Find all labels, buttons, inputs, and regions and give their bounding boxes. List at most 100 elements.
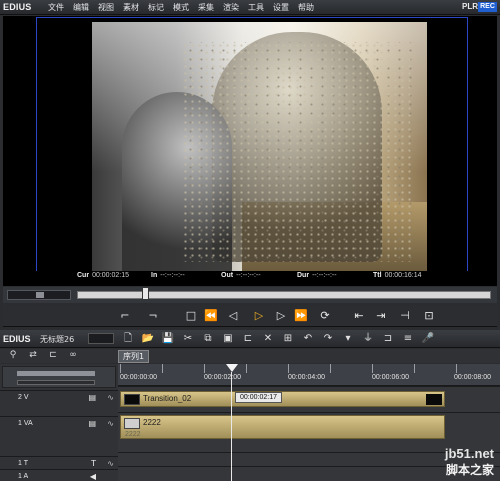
lane-1t[interactable] bbox=[118, 452, 500, 466]
video-track-icon: ▤ bbox=[88, 419, 96, 428]
menu-view[interactable]: 视图 bbox=[98, 2, 114, 13]
new-icon[interactable]: 🗋 bbox=[120, 332, 136, 346]
stop-icon[interactable]: □ bbox=[183, 309, 199, 323]
menu-edit[interactable]: 编辑 bbox=[73, 2, 89, 13]
ruler-label: 00:00:06:00 bbox=[372, 374, 409, 381]
mixer-icon[interactable]: ≡ bbox=[400, 332, 416, 346]
dur-timecode: Dur --:--:--:-- bbox=[297, 272, 337, 279]
watermark: jb51.net 脚本之家 bbox=[444, 446, 494, 477]
marker-icon[interactable]: ▾ bbox=[340, 332, 356, 346]
rec-mode-button[interactable]: REC bbox=[478, 2, 497, 12]
tab-sequence-1[interactable]: 序列1 bbox=[118, 350, 150, 363]
menu-tools[interactable]: 工具 bbox=[248, 2, 264, 13]
sync-icon[interactable]: ⚲ bbox=[3, 350, 23, 360]
insert-icon[interactable]: ⇤ bbox=[351, 309, 367, 323]
menu-clip[interactable]: 素材 bbox=[123, 2, 139, 13]
project-name: 无标题26 bbox=[40, 335, 75, 344]
menu-render[interactable]: 渲染 bbox=[223, 2, 239, 13]
open-icon[interactable]: 📂 bbox=[140, 332, 156, 346]
video-track-icon: ▤ bbox=[88, 393, 96, 402]
preview-monitor bbox=[3, 16, 497, 286]
timecode-row: Cur 00:00:02:15 In --:--:--:-- Out --:--:--… bbox=[3, 271, 497, 283]
delete-icon[interactable]: ✕ bbox=[260, 332, 276, 346]
render-icon[interactable]: ⏚ bbox=[360, 332, 376, 346]
menu-settings[interactable]: 设置 bbox=[273, 2, 289, 13]
track-header-1t[interactable]: 1 T T ∿ bbox=[0, 456, 118, 469]
timecode-tooltip: 00:00:02:17 bbox=[235, 392, 282, 403]
ruler-label: 00:00:04:00 bbox=[288, 374, 325, 381]
playhead-line bbox=[231, 372, 232, 481]
set-in-icon[interactable]: ⌐ bbox=[117, 309, 133, 323]
lane-1va[interactable]: 2222 2222 bbox=[118, 412, 500, 452]
ruler-label: 00:00:02:00 bbox=[204, 374, 241, 381]
timeline-toolbar: EDIUS 无标题26 🗋 📂 💾 ✂ ⧉ ▣ ⊏ ✕ ⊞ ↶ ↷ ▾ ⏚ ⊐ … bbox=[0, 330, 500, 348]
undo-icon[interactable]: ↶ bbox=[300, 332, 316, 346]
time-ruler[interactable]: 00:00:00:00 00:00:02:00 00:00:04:00 00:0… bbox=[118, 364, 500, 386]
rewind-icon[interactable]: ⏪ bbox=[203, 309, 219, 323]
group-icon[interactable]: ⊏ bbox=[43, 350, 63, 360]
export-icon[interactable]: ⊡ bbox=[421, 309, 437, 323]
out-timecode: Out --:--:--:-- bbox=[221, 272, 261, 279]
ripple-icon[interactable]: ⊏ bbox=[240, 332, 256, 346]
link-icon[interactable]: ∞ bbox=[63, 350, 83, 360]
play-icon[interactable]: ▷ bbox=[251, 309, 267, 323]
waveform-icon[interactable]: ∿ bbox=[107, 419, 114, 428]
waveform-icon[interactable]: ∿ bbox=[107, 459, 114, 468]
transition-particles bbox=[182, 42, 412, 262]
step-forward-icon[interactable]: ▷ bbox=[273, 309, 289, 323]
menu-capture[interactable]: 采集 bbox=[198, 2, 214, 13]
menu-marker[interactable]: 标记 bbox=[148, 2, 164, 13]
shuttle-slider[interactable] bbox=[7, 290, 71, 300]
ruler-label: 00:00:08:00 bbox=[454, 374, 491, 381]
clip-transition-02[interactable]: Transition_02 bbox=[120, 391, 445, 407]
mic-icon[interactable]: 🎤 bbox=[420, 332, 436, 346]
add-icon[interactable]: ⊞ bbox=[280, 332, 296, 346]
playhead-handle[interactable] bbox=[226, 364, 238, 372]
clip-thumbnail bbox=[124, 418, 140, 429]
zoom-slider[interactable] bbox=[17, 371, 95, 376]
ttl-timecode: Ttl 00:00:16:14 bbox=[373, 272, 422, 279]
timeline-subbar: ⚲ ⇄ ⊏ ∞ 序列1 bbox=[0, 349, 500, 363]
save-icon[interactable]: 💾 bbox=[160, 332, 176, 346]
transport-bar: ⌐ ¬ □ ⏪ ◁ ▷ ▷ ⏩ ⟳ ⇤ ⇥ ⊣ ⊡ bbox=[3, 305, 497, 327]
audio-track-icon: ◀ bbox=[89, 472, 96, 481]
ruler-label: 00:00:00:00 bbox=[120, 374, 157, 381]
overwrite-icon[interactable]: ⇥ bbox=[373, 309, 389, 323]
redo-icon[interactable]: ↷ bbox=[320, 332, 336, 346]
copy-icon[interactable]: ⧉ bbox=[200, 332, 216, 346]
plr-mode-button[interactable]: PLR bbox=[462, 2, 478, 11]
height-slider[interactable] bbox=[17, 380, 95, 385]
split-icon[interactable]: ⊣ bbox=[397, 309, 413, 323]
mode-icon[interactable]: ⇄ bbox=[23, 350, 43, 360]
menu-file[interactable]: 文件 bbox=[48, 2, 64, 13]
lane-1a[interactable] bbox=[118, 466, 500, 481]
loop-icon[interactable]: ⟳ bbox=[317, 309, 333, 323]
track-header-1va[interactable]: 1 VA ▤ ∿ bbox=[0, 416, 118, 456]
paste-icon[interactable]: ▣ bbox=[220, 332, 236, 346]
cut-icon[interactable]: ✂ bbox=[180, 332, 196, 346]
title-track-icon: T bbox=[91, 459, 96, 468]
position-bar[interactable] bbox=[77, 291, 491, 299]
project-selector[interactable] bbox=[88, 333, 114, 344]
timeline-area[interactable]: 00:00:00:00 00:00:02:00 00:00:04:00 00:0… bbox=[118, 364, 500, 481]
menu-mode[interactable]: 模式 bbox=[173, 2, 189, 13]
lane-2v[interactable]: Transition_02 bbox=[118, 386, 500, 412]
waveform-icon[interactable]: ∿ bbox=[107, 393, 114, 402]
timeline-tools: 🗋 📂 💾 ✂ ⧉ ▣ ⊏ ✕ ⊞ ↶ ↷ ▾ ⏚ ⊐ ≡ 🎤 bbox=[120, 332, 440, 346]
cur-timecode: Cur 00:00:02:15 bbox=[77, 272, 130, 279]
step-back-icon[interactable]: ◁ bbox=[225, 309, 241, 323]
clip-thumbnail bbox=[124, 394, 140, 405]
menu-list: 文件 编辑 视图 素材 标记 模式 采集 渲染 工具 设置 帮助 bbox=[48, 2, 323, 13]
menu-bar: EDIUS 文件 编辑 视图 素材 标记 模式 采集 渲染 工具 设置 帮助 P… bbox=[0, 0, 500, 15]
clip-2222[interactable]: 2222 2222 bbox=[120, 415, 445, 439]
set-out-icon[interactable]: ¬ bbox=[145, 309, 161, 323]
app-brand: EDIUS bbox=[3, 2, 32, 12]
scrubber bbox=[3, 287, 497, 303]
position-knob[interactable] bbox=[142, 287, 149, 300]
track-header-1a[interactable]: 1 A ◀ bbox=[0, 469, 118, 481]
snap-icon[interactable]: ⊐ bbox=[380, 332, 396, 346]
fast-forward-icon[interactable]: ⏩ bbox=[293, 309, 309, 323]
timeline-brand: EDIUS bbox=[3, 334, 31, 344]
menu-help[interactable]: 帮助 bbox=[298, 2, 314, 13]
track-header-2v[interactable]: 2 V ▤ ∿ bbox=[0, 390, 118, 416]
